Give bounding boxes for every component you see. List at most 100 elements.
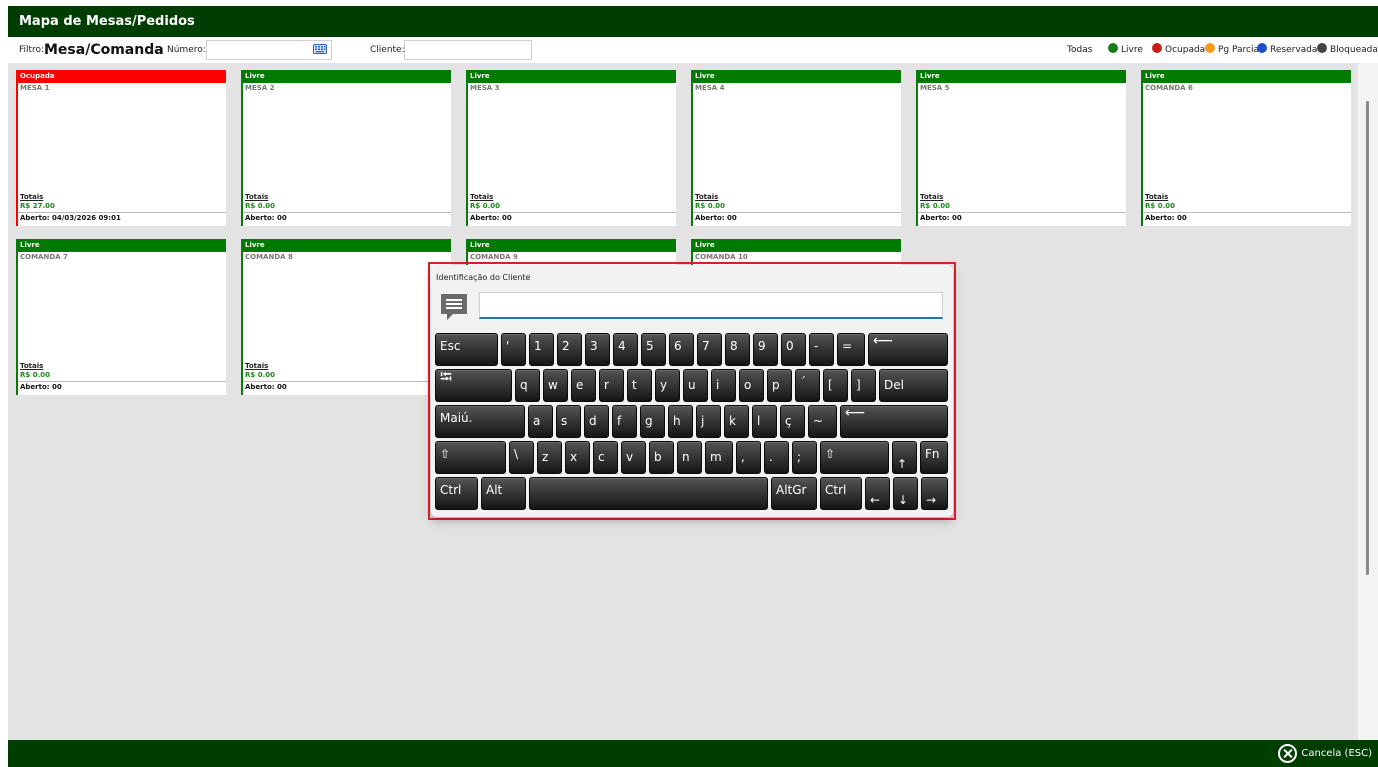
legend-ocupada[interactable]: Ocupada [1152, 37, 1205, 63]
key-period[interactable]: . [764, 441, 789, 474]
key-semicolon[interactable]: ; [792, 441, 817, 474]
key-7[interactable]: 7 [697, 333, 722, 366]
key-c[interactable]: c [593, 441, 618, 474]
key-n[interactable]: n [677, 441, 702, 474]
key-ctrl-left[interactable]: Ctrl [435, 477, 478, 510]
key-1[interactable]: 1 [529, 333, 554, 366]
key-altgr[interactable]: AltGr [771, 477, 817, 510]
legend-all[interactable]: Todas [1067, 37, 1092, 63]
key-arrow-right[interactable]: → [921, 477, 948, 510]
cliente-input[interactable] [404, 40, 532, 60]
numero-input[interactable] [206, 40, 332, 60]
cancel-button[interactable]: Cancela (ESC) [1278, 743, 1372, 764]
key-k[interactable]: k [724, 405, 749, 438]
table-card-comanda-6[interactable]: Livre COMANDA 6 Totais R$ 0.00 Aberto: 0… [1141, 70, 1351, 226]
key-tab[interactable]: ⭾ [435, 369, 512, 402]
key-z[interactable]: z [537, 441, 562, 474]
key-minus[interactable]: - [809, 333, 834, 366]
key-b[interactable]: b [649, 441, 674, 474]
table-card-mesa-4[interactable]: Livre MESA 4 Totais R$ 0.00 Aberto: 00 [691, 70, 901, 226]
key-bracket-left[interactable]: [ [823, 369, 848, 402]
totals-label: Totais [470, 193, 494, 201]
key-3[interactable]: 3 [585, 333, 610, 366]
table-card-comanda-7[interactable]: Livre COMANDA 7 Totais R$ 0.00 Aberto: 0… [16, 239, 226, 395]
key-del[interactable]: Del [879, 369, 948, 402]
opened-time: Aberto: 00 [245, 383, 287, 391]
key-ctrl-right[interactable]: Ctrl [820, 477, 862, 510]
key-backspace[interactable]: ⟵ [868, 333, 948, 366]
key-alt[interactable]: Alt [481, 477, 526, 510]
card-divider [693, 212, 901, 213]
key-m[interactable]: m [705, 441, 733, 474]
key-enter[interactable]: ⟵ [840, 405, 948, 438]
key-s[interactable]: s [556, 405, 581, 438]
key-w[interactable]: w [543, 369, 568, 402]
key-t[interactable]: t [627, 369, 652, 402]
key-arrow-up[interactable]: ↑ [892, 441, 917, 474]
key-caps[interactable]: Maiú. [435, 405, 525, 438]
totals-label: Totais [20, 362, 44, 370]
client-id-input[interactable] [479, 292, 943, 319]
key-0[interactable]: 0 [781, 333, 806, 366]
key-bracket-right[interactable]: ] [851, 369, 876, 402]
key-x[interactable]: x [565, 441, 590, 474]
key-g[interactable]: g [640, 405, 665, 438]
table-card-comanda-8[interactable]: Livre COMANDA 8 Totais R$ 0.00 Aberto: 0… [241, 239, 451, 395]
card-divider [243, 212, 451, 213]
key-e[interactable]: e [571, 369, 596, 402]
footer-bar: Cancela (ESC) [8, 740, 1378, 767]
key-apostrophe[interactable]: ' [501, 333, 526, 366]
table-name: MESA 1 [20, 84, 50, 92]
key-esc[interactable]: Esc [435, 333, 498, 366]
legend-livre[interactable]: Livre [1108, 37, 1143, 63]
table-card-mesa-5[interactable]: Livre MESA 5 Totais R$ 0.00 Aberto: 00 [916, 70, 1126, 226]
filter-select[interactable]: Mesa/Comanda ⌵ [44, 37, 164, 63]
key-fn[interactable]: Fn [920, 441, 948, 474]
key-acute[interactable]: ´ [795, 369, 820, 402]
key-6[interactable]: 6 [669, 333, 694, 366]
key-backslash[interactable]: \ [509, 441, 534, 474]
legend-pg-parcial[interactable]: Pg Parcial [1205, 37, 1262, 63]
key-i[interactable]: i [711, 369, 736, 402]
legend-bloqueada[interactable]: Bloqueada [1317, 37, 1378, 63]
key-shift-right[interactable]: ⇧ [820, 441, 889, 474]
key-arrow-left[interactable]: ← [865, 477, 890, 510]
key-5[interactable]: 5 [641, 333, 666, 366]
table-card-mesa-1[interactable]: Ocupada MESA 1 Totais R$ 27.00 Aberto: 0… [16, 70, 226, 226]
key-d[interactable]: d [584, 405, 609, 438]
key-v[interactable]: v [621, 441, 646, 474]
table-card-mesa-3[interactable]: Livre MESA 3 Totais R$ 0.00 Aberto: 00 [466, 70, 676, 226]
key-equals[interactable]: = [837, 333, 865, 366]
key-y[interactable]: y [655, 369, 680, 402]
key-o[interactable]: o [739, 369, 764, 402]
key-2[interactable]: 2 [557, 333, 582, 366]
table-card-mesa-2[interactable]: Livre MESA 2 Totais R$ 0.00 Aberto: 00 [241, 70, 451, 226]
key-4[interactable]: 4 [613, 333, 638, 366]
table-status: Livre [693, 70, 901, 83]
key-p[interactable]: p [767, 369, 792, 402]
keyboard-icon[interactable] [313, 44, 327, 54]
key-h[interactable]: h [668, 405, 693, 438]
key-r[interactable]: r [599, 369, 624, 402]
key-comma[interactable]: , [736, 441, 761, 474]
legend-reservada[interactable]: Reservada [1257, 37, 1317, 63]
key-j[interactable]: j [696, 405, 721, 438]
key-q[interactable]: q [515, 369, 540, 402]
key-tilde[interactable]: ~ [808, 405, 837, 438]
key-8[interactable]: 8 [725, 333, 750, 366]
totals-label: Totais [920, 193, 944, 201]
key-l[interactable]: l [752, 405, 777, 438]
cliente-label: Cliente: [370, 45, 405, 55]
key-9[interactable]: 9 [753, 333, 778, 366]
key-space[interactable] [529, 477, 768, 510]
table-name: MESA 2 [245, 84, 275, 92]
key-f[interactable]: f [612, 405, 637, 438]
cancel-icon [1278, 744, 1298, 763]
key-arrow-down[interactable]: ↓ [893, 477, 918, 510]
scrollbar-thumb[interactable] [1366, 101, 1369, 575]
key-u[interactable]: u [683, 369, 708, 402]
key-shift-left[interactable]: ⇧ [435, 441, 506, 474]
key-a[interactable]: a [528, 405, 553, 438]
key-c-cedilla[interactable]: ç [780, 405, 805, 438]
total-value: R$ 0.00 [245, 371, 275, 379]
